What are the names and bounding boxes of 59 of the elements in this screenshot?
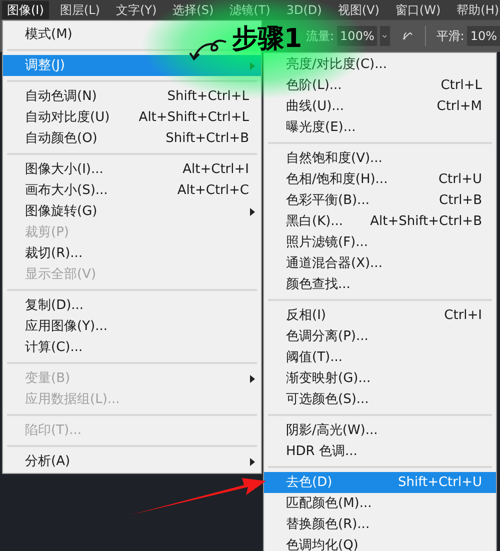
menu-bar-item[interactable]: 图层(L) — [54, 1, 105, 19]
menu-item[interactable]: 图像大小(I)... — [25, 160, 104, 180]
shortcut-label: Ctrl+B — [439, 192, 482, 210]
menu-bar-item[interactable]: 图像(I) — [2, 1, 49, 19]
shortcut-label: Alt+Ctrl+C — [177, 182, 249, 200]
menu-item[interactable]: 图像旋转(G) — [25, 202, 98, 222]
menu-item[interactable]: 替换颜色(R)... — [286, 514, 370, 534]
menu-item[interactable]: 曲线(U)... — [286, 96, 344, 116]
shortcut-label: Shift+Ctrl+B — [166, 130, 249, 148]
menu-bar-item[interactable]: 文字(Y) — [110, 1, 162, 19]
menu-item[interactable]: 应用图像(Y)... — [25, 316, 108, 336]
menu-item[interactable]: 自动颜色(O) — [25, 128, 98, 148]
menu-item[interactable]: 色彩平衡(B)... — [286, 190, 370, 210]
shortcut-label: Shift+Ctrl+L — [167, 88, 249, 106]
menu-bar-item[interactable]: 视图(V) — [332, 1, 384, 19]
smoothing-field[interactable]: 10% — [467, 26, 500, 46]
menu-item[interactable]: 渐变映射(G)... — [286, 368, 371, 388]
menu-item[interactable]: 计算(C)... — [25, 338, 83, 358]
menu-bar-item[interactable]: 窗口(W) — [390, 1, 446, 19]
menu-item[interactable]: 自然饱和度(V)... — [286, 148, 382, 168]
flow-label: 流量: — [306, 28, 334, 45]
shortcut-label: Ctrl+U — [438, 170, 482, 189]
menu-item[interactable]: 自动色调(N) — [25, 86, 97, 106]
highlighted-menu-item[interactable]: 调整(J) — [3, 55, 261, 76]
menu-item[interactable]: 阈值(T)... — [286, 348, 342, 368]
step-label: 步骤1 — [232, 23, 302, 56]
menu-bar-item[interactable]: 3D(D) — [281, 1, 327, 19]
menu-item[interactable]: 可选颜色(S)... — [286, 390, 369, 410]
smoothing-label: 平滑: — [436, 28, 464, 45]
highlighted-menu-item[interactable]: 去色(D) Shift+Ctrl+U — [264, 472, 496, 493]
menu-item[interactable]: 曝光度(E)... — [286, 118, 356, 138]
menu-item[interactable]: 色调均化(Q) — [286, 536, 358, 551]
menu-item[interactable]: 画布大小(S)... — [25, 180, 108, 200]
flow-field[interactable]: 100% — [337, 26, 378, 46]
menu-item[interactable]: 色阶(L)... — [286, 76, 342, 96]
menu-item[interactable]: 分析(A) — [25, 452, 70, 472]
shortcut-label: Alt+Shift+Ctrl+L — [138, 108, 249, 127]
menu-item[interactable]: 色调分离(P)... — [286, 326, 368, 346]
menu-item[interactable]: 模式(M) — [25, 24, 72, 44]
menu-item[interactable]: 照片滤镜(F)... — [286, 232, 368, 252]
menu-item[interactable]: 颜色查找... — [286, 274, 350, 294]
menu-item[interactable]: 复制(D)... — [25, 296, 84, 316]
menu-bar-item[interactable]: 帮助(H) — [452, 1, 500, 19]
menu-item[interactable]: 色相/饱和度(H)... — [286, 170, 388, 190]
menu-item[interactable]: 自动对比度(U) — [25, 108, 110, 128]
shortcut-label: Alt+Ctrl+I — [182, 160, 249, 179]
menu-bar-item[interactable]: 选择(S) — [168, 1, 219, 19]
menu-item[interactable]: 黑白(K)... — [286, 212, 344, 232]
shortcut-label: Alt+Shift+Ctrl+B — [370, 212, 482, 231]
menu-item[interactable]: 阴影/高光(W)... — [286, 420, 378, 440]
shortcut-label: Ctrl+M — [436, 98, 482, 116]
menu-item[interactable]: 裁切(R)... — [25, 244, 83, 264]
menu-item[interactable]: 通道混合器(X)... — [286, 254, 382, 274]
menu-item[interactable]: 反相(I) — [286, 306, 326, 326]
shortcut-label: Ctrl+L — [440, 76, 482, 95]
menu-item[interactable]: 匹配颜色(M)... — [286, 494, 372, 514]
menu-item[interactable]: 亮度/对比度(C)... — [286, 54, 387, 74]
menu-item[interactable]: HDR 色调... — [286, 442, 358, 462]
shortcut-label: Ctrl+I — [444, 306, 482, 325]
